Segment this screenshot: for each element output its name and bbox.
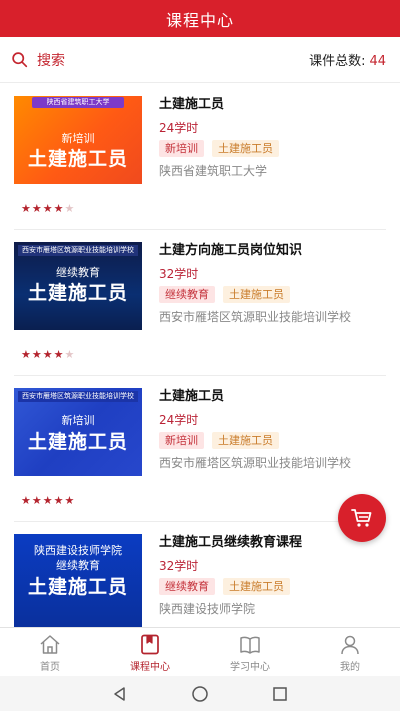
course-center-icon (141, 634, 159, 655)
star-icon: ★ (21, 348, 32, 361)
recents-square-icon (273, 686, 287, 701)
course-tags: 继续教育 土建施工员 (159, 286, 388, 303)
tab-home[interactable]: 首页 (0, 628, 100, 676)
book-icon (240, 636, 260, 654)
tab-label: 首页 (40, 662, 60, 673)
course-title: 土建方向施工员岗位知识 (159, 243, 303, 258)
course-hours: 32学时 (159, 559, 199, 573)
course-thumbnail: 陕西省建筑职工大学 新培训 土建施工员 (14, 96, 142, 184)
thumbnail-title: 土建施工员 (27, 148, 128, 170)
course-tags: 新培训 土建施工员 (159, 140, 388, 157)
tag-category: 土建施工员 (223, 578, 290, 595)
thumbnail-title: 土建施工员 (27, 431, 128, 453)
course-school: 陕西省建筑职工大学 (159, 164, 268, 178)
course-thumbnail: 西安市雁塔区筑源职业技能培训学校 继续教育 土建施工员 (14, 242, 142, 330)
star-icon: ★ (53, 348, 65, 361)
thumbnail-banner: 西安市雁塔区筑源职业技能培训学校 (18, 245, 138, 256)
course-list: 陕西省建筑职工大学 新培训 土建施工员 ★★★★★ 土建施工员 24学时 新培训… (0, 84, 400, 627)
tab-course-center[interactable]: 课程中心 (100, 628, 200, 676)
cart-button[interactable] (338, 494, 386, 542)
course-school: 西安市雁塔区筑源职业技能培训学校 (159, 456, 352, 470)
total-label: 课件总数: (309, 54, 366, 69)
course-title: 土建施工员 (159, 389, 225, 404)
course-info: 土建施工员继续教育课程 32学时 继续教育 土建施工员 陕西建设技师学院 (159, 533, 388, 618)
total-count: 44 (369, 54, 386, 69)
star-icon: ★ (53, 202, 65, 215)
cart-icon (351, 509, 372, 527)
thumbnail-title: 土建施工员 (27, 576, 128, 598)
thumbnail-title: 土建施工员 (27, 282, 128, 304)
star-icon: ★ (64, 494, 76, 507)
tab-study-center[interactable]: 学习中心 (200, 628, 300, 676)
star-icon: ★ (53, 494, 65, 507)
home-icon (40, 635, 60, 654)
star-icon: ★ (42, 494, 54, 507)
tag-type: 新培训 (159, 432, 204, 449)
thumbnail-subtitle: 新培训 (61, 132, 95, 145)
page-title: 课程中心 (165, 10, 234, 30)
tag-category: 土建施工员 (223, 286, 290, 303)
course-thumbnail: 西安市雁塔区筑源职业技能培训学校 新培训 土建施工员 (14, 388, 142, 476)
system-back-button[interactable] (110, 684, 130, 704)
tab-mine[interactable]: 我的 (300, 628, 400, 676)
course-thumbnail: 陕西建设技师学院 继续教育 土建施工员 (14, 534, 142, 627)
course-card[interactable]: 陕西建设技师学院 继续教育 土建施工员 土建施工员继续教育课程 32学时 继续教… (0, 522, 400, 627)
course-card[interactable]: 西安市雁塔区筑源职业技能培训学校 继续教育 土建施工员 ★★★★★ 土建方向施工… (0, 230, 400, 376)
course-info: 土建方向施工员岗位知识 32学时 继续教育 土建施工员 西安市雁塔区筑源职业技能… (159, 241, 388, 326)
star-empty-icon: ★ (64, 348, 76, 361)
search-label: 搜索 (37, 52, 65, 69)
title-bar: 课程中心 (0, 0, 400, 37)
back-triangle-icon (114, 686, 125, 701)
thumbnail-school: 陕西建设技师学院 (34, 544, 122, 557)
system-recents-button[interactable] (270, 684, 290, 704)
rating-stars: ★★★★★ (21, 203, 75, 215)
star-empty-icon: ★ (64, 202, 76, 215)
tab-label: 课程中心 (130, 662, 170, 673)
star-icon: ★ (31, 202, 43, 215)
system-navigation-bar (0, 676, 400, 711)
search-icon (12, 52, 28, 68)
course-hours: 24学时 (159, 413, 199, 427)
search-bar: 搜索 课件总数: 44 (0, 37, 400, 83)
course-school: 西安市雁塔区筑源职业技能培训学校 (159, 310, 352, 324)
rating-stars: ★★★★★ (21, 349, 75, 361)
tag-type: 新培训 (159, 140, 204, 157)
course-card[interactable]: 西安市雁塔区筑源职业技能培训学校 新培训 土建施工员 ★★★★★ 土建施工员 2… (0, 376, 400, 522)
thumbnail-banner: 陕西省建筑职工大学 (32, 97, 124, 108)
thumbnail-banner: 西安市雁塔区筑源职业技能培训学校 (18, 391, 138, 402)
star-icon: ★ (42, 202, 54, 215)
star-icon: ★ (31, 494, 43, 507)
course-card[interactable]: 陕西省建筑职工大学 新培训 土建施工员 ★★★★★ 土建施工员 24学时 新培训… (0, 84, 400, 230)
star-icon: ★ (31, 348, 43, 361)
star-icon: ★ (21, 494, 32, 507)
course-center-screen: 课程中心 搜索 课件总数: 44 陕西省建筑职工大学 新培训 土建施工员 ★★★★… (0, 0, 400, 711)
search-button[interactable]: 搜索 (11, 50, 65, 70)
tab-label: 我的 (340, 662, 360, 673)
course-title: 土建施工员 (159, 97, 225, 112)
courseware-total: 课件总数: 44 (309, 50, 386, 69)
user-icon (341, 635, 359, 655)
course-hours: 32学时 (159, 267, 199, 281)
star-icon: ★ (21, 202, 32, 215)
course-info: 土建施工员 24学时 新培训 土建施工员 西安市雁塔区筑源职业技能培训学校 (159, 387, 388, 472)
course-tags: 新培训 土建施工员 (159, 432, 388, 449)
course-tags: 继续教育 土建施工员 (159, 578, 388, 595)
course-school: 陕西建设技师学院 (159, 602, 256, 616)
system-home-button[interactable] (190, 684, 210, 704)
star-icon: ★ (42, 348, 54, 361)
thumbnail-subtitle: 继续教育 (56, 559, 100, 572)
thumbnail-subtitle: 继续教育 (56, 266, 100, 279)
bottom-tab-bar: 首页 课程中心 学习中心 我的 (0, 627, 400, 676)
tab-label: 学习中心 (230, 662, 270, 673)
thumbnail-subtitle: 新培训 (61, 414, 95, 427)
tag-category: 土建施工员 (212, 432, 279, 449)
tag-type: 继续教育 (159, 286, 215, 303)
home-circle-icon (192, 685, 208, 702)
tag-category: 土建施工员 (212, 140, 279, 157)
course-hours: 24学时 (159, 121, 199, 135)
tag-type: 继续教育 (159, 578, 215, 595)
rating-stars: ★★★★★ (21, 495, 75, 507)
course-info: 土建施工员 24学时 新培训 土建施工员 陕西省建筑职工大学 (159, 95, 388, 180)
